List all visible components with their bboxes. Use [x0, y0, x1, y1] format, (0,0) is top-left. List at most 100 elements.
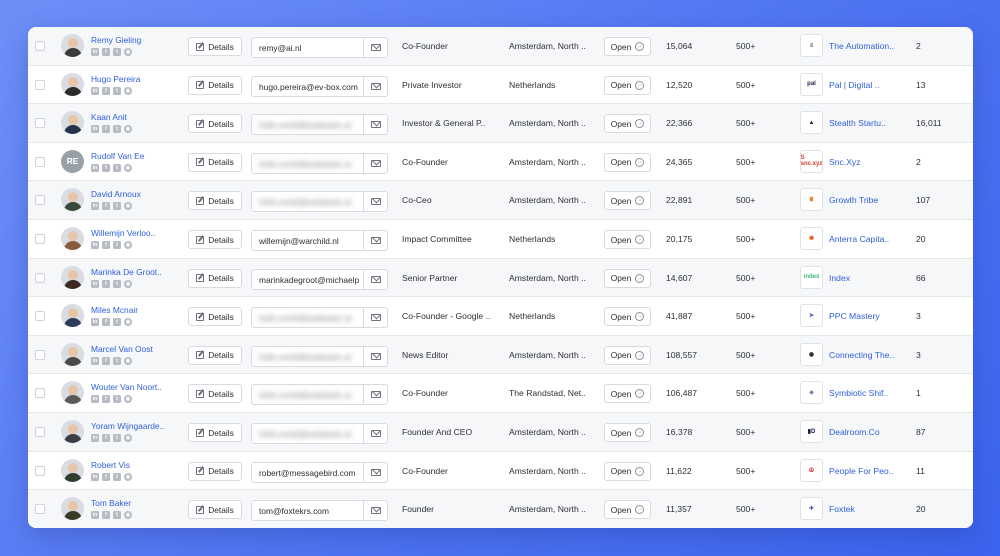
- linkedin-icon[interactable]: in: [91, 472, 99, 481]
- facebook-icon[interactable]: f: [102, 318, 110, 327]
- facebook-icon[interactable]: f: [102, 86, 110, 95]
- email-field[interactable]: robert@messagebird.com: [251, 461, 388, 483]
- send-email-button[interactable]: [363, 76, 387, 96]
- twitter-icon[interactable]: t: [113, 279, 121, 288]
- twitter-icon[interactable]: t: [113, 472, 121, 481]
- facebook-icon[interactable]: f: [102, 279, 110, 288]
- details-button[interactable]: Details: [188, 384, 242, 404]
- row-checkbox[interactable]: [35, 465, 45, 476]
- email-field[interactable]: hello.world@webtastic.ai: [251, 384, 388, 406]
- email-field[interactable]: hello.world@webtastic.ai: [251, 114, 388, 136]
- company-link[interactable]: Dealroom.Co: [829, 427, 901, 437]
- details-button[interactable]: Details: [188, 114, 242, 134]
- open-button[interactable]: Open →: [604, 423, 651, 442]
- contact-name-link[interactable]: David Arnoux: [91, 189, 175, 199]
- send-email-button[interactable]: [363, 462, 387, 482]
- github-icon[interactable]: ◉: [124, 125, 132, 134]
- details-button[interactable]: Details: [188, 37, 242, 56]
- linkedin-icon[interactable]: in: [91, 318, 99, 327]
- facebook-icon[interactable]: f: [102, 163, 110, 172]
- company-link[interactable]: Foxtek: [829, 504, 901, 514]
- open-button[interactable]: Open →: [604, 114, 651, 134]
- send-email-button[interactable]: [363, 269, 387, 289]
- github-icon[interactable]: ◉: [124, 202, 132, 211]
- row-checkbox[interactable]: [35, 311, 45, 322]
- company-link[interactable]: Index: [829, 273, 901, 283]
- details-button[interactable]: Details: [188, 307, 242, 327]
- email-field[interactable]: hugo.pereira@ev-box.com: [251, 75, 388, 97]
- company-link[interactable]: Connecting The..: [829, 350, 901, 360]
- open-button[interactable]: Open →: [604, 75, 651, 95]
- company-link[interactable]: Pal | Digital ..: [829, 80, 901, 90]
- stealth-logo-icon[interactable]: ▲: [800, 111, 823, 135]
- open-button[interactable]: Open →: [604, 191, 651, 211]
- open-button[interactable]: Open →: [604, 37, 651, 56]
- facebook-icon[interactable]: f: [102, 395, 110, 404]
- contact-name-link[interactable]: Marinka De Groot..: [91, 267, 175, 277]
- facebook-icon[interactable]: f: [102, 472, 110, 481]
- twitter-icon[interactable]: t: [113, 318, 121, 327]
- contact-name-link[interactable]: Remy Gieling: [91, 35, 175, 45]
- linkedin-icon[interactable]: in: [91, 511, 99, 520]
- twitter-icon[interactable]: t: [113, 202, 121, 211]
- row-checkbox[interactable]: [35, 234, 45, 244]
- twitter-icon[interactable]: t: [113, 241, 121, 249]
- contact-name-link[interactable]: Miles Mcnair: [91, 305, 175, 315]
- open-button[interactable]: Open →: [604, 152, 651, 172]
- details-button[interactable]: Details: [188, 191, 242, 211]
- github-icon[interactable]: ◉: [124, 395, 132, 404]
- row-checkbox[interactable]: [35, 272, 45, 283]
- twitter-icon[interactable]: t: [113, 125, 121, 134]
- facebook-icon[interactable]: f: [102, 202, 110, 211]
- facebook-icon[interactable]: f: [102, 356, 110, 365]
- company-link[interactable]: Anterra Capita..: [829, 234, 901, 244]
- send-email-button[interactable]: [363, 231, 387, 250]
- row-checkbox[interactable]: [35, 504, 45, 515]
- contact-name-link[interactable]: Willemijn Verloo..: [91, 228, 175, 238]
- row-checkbox[interactable]: [35, 118, 45, 129]
- linkedin-icon[interactable]: in: [91, 86, 99, 95]
- github-icon[interactable]: ◉: [124, 318, 132, 327]
- send-email-button[interactable]: [363, 192, 387, 212]
- people-for-people-logo-icon[interactable]: ☮: [800, 458, 823, 482]
- row-checkbox[interactable]: [35, 195, 45, 206]
- details-button[interactable]: Details: [188, 152, 242, 172]
- growth-tribe-logo-icon[interactable]: ♛: [800, 188, 823, 212]
- twitter-icon[interactable]: t: [113, 356, 121, 365]
- linkedin-icon[interactable]: in: [91, 125, 99, 134]
- company-link[interactable]: Stealth Startu..: [829, 118, 901, 128]
- contact-name-link[interactable]: Rudolf Van Ee: [91, 151, 175, 161]
- symbiotic-logo-icon[interactable]: ◈: [800, 381, 823, 405]
- row-checkbox[interactable]: [35, 427, 45, 437]
- connecting-logo-icon[interactable]: ◉: [800, 342, 823, 366]
- github-icon[interactable]: ◉: [124, 241, 132, 249]
- send-email-button[interactable]: [363, 153, 387, 173]
- details-button[interactable]: Details: [188, 268, 242, 288]
- facebook-icon[interactable]: f: [102, 434, 110, 442]
- facebook-icon[interactable]: f: [102, 511, 110, 520]
- email-field[interactable]: hello.world@webtastic.ai: [251, 345, 388, 367]
- row-checkbox[interactable]: [35, 41, 45, 51]
- company-link[interactable]: Growth Tribe: [829, 195, 901, 205]
- row-checkbox[interactable]: [35, 79, 45, 90]
- open-button[interactable]: Open →: [604, 384, 651, 404]
- email-field[interactable]: marinkadegroot@michaelpage.nl: [251, 268, 388, 290]
- email-field[interactable]: remy@ai.nl: [251, 37, 388, 58]
- linkedin-icon[interactable]: in: [91, 241, 99, 249]
- twitter-icon[interactable]: t: [113, 434, 121, 442]
- email-field[interactable]: tom@foxtekrs.com: [251, 500, 388, 522]
- github-icon[interactable]: ◉: [124, 48, 132, 56]
- linkedin-icon[interactable]: in: [91, 434, 99, 442]
- twitter-icon[interactable]: t: [113, 48, 121, 56]
- email-field[interactable]: willemijn@warchild.nl: [251, 230, 388, 251]
- anterra-logo-icon[interactable]: ✺: [800, 227, 823, 250]
- pal-logo-icon[interactable]: pal: [800, 72, 823, 96]
- linkedin-icon[interactable]: in: [91, 279, 99, 288]
- lines-logo-icon[interactable]: ≡: [800, 34, 823, 57]
- snc-logo-icon[interactable]: S snc.xyz: [800, 149, 823, 173]
- open-button[interactable]: Open →: [604, 345, 651, 365]
- send-email-button[interactable]: [363, 424, 387, 443]
- open-button[interactable]: Open →: [604, 500, 651, 520]
- contact-name-link[interactable]: Robert Vis: [91, 460, 175, 470]
- send-email-button[interactable]: [363, 346, 387, 366]
